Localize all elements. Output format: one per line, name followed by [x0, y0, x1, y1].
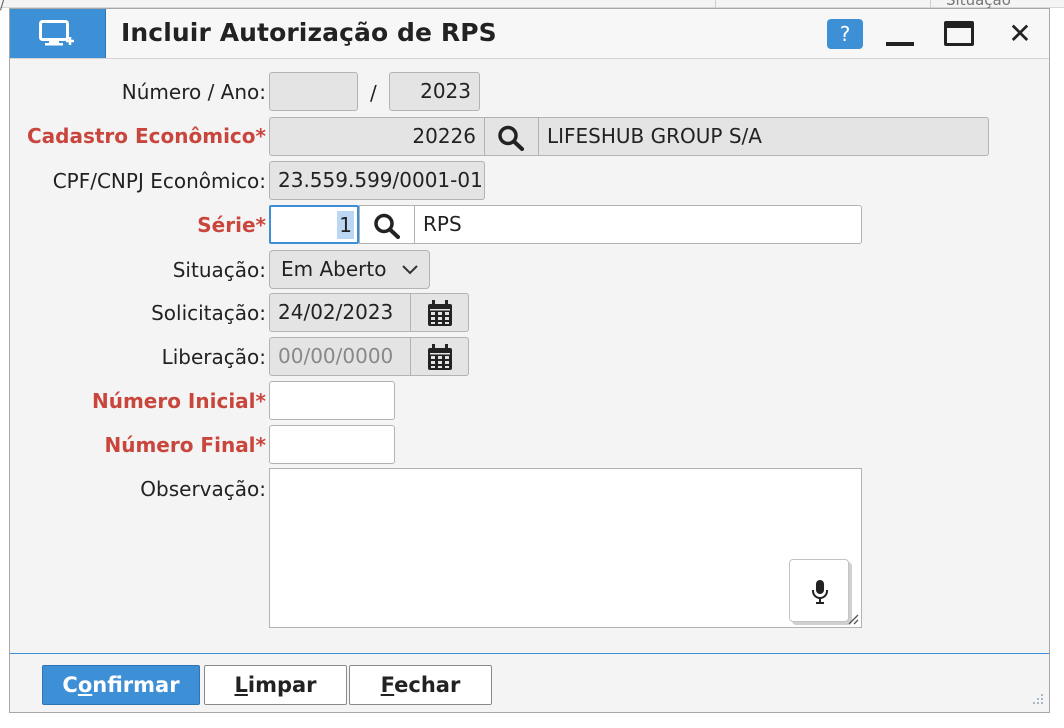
- numero-ano-label: Número / Ano:: [121, 80, 266, 104]
- numero-inicial-input[interactable]: [269, 381, 395, 420]
- resize-handle-icon[interactable]: [845, 611, 859, 625]
- background-window-strip: / Situação: [0, 0, 1064, 12]
- solicitacao-label: Solicitação:: [151, 301, 266, 325]
- numero-final-label: Número Final*: [104, 433, 266, 457]
- voice-input-button[interactable]: [789, 559, 849, 622]
- cadastro-search-button[interactable]: [484, 117, 539, 156]
- search-icon: [374, 213, 400, 239]
- minimize-icon: [886, 42, 914, 46]
- cadastro-codigo-input[interactable]: 20226: [269, 117, 485, 156]
- cpf-cnpj-field: 23.559.599/0001-01: [269, 161, 485, 200]
- limpar-button[interactable]: Limpar: [204, 665, 347, 705]
- cadastro-nome-field: LIFESHUB GROUP S/A: [538, 117, 989, 156]
- close-button[interactable]: ✕: [1005, 17, 1035, 51]
- calendar-icon: [428, 300, 452, 326]
- help-button[interactable]: ?: [827, 19, 863, 49]
- background-divider: [715, 0, 716, 8]
- serie-label: Série*: [197, 213, 266, 237]
- minimize-button[interactable]: [883, 24, 917, 46]
- observacao-label: Observação:: [140, 477, 266, 501]
- observacao-textarea[interactable]: [269, 468, 862, 628]
- liberacao-input[interactable]: 00/00/0000: [269, 337, 411, 376]
- serie-codigo-value: 1: [337, 211, 354, 239]
- monitor-add-icon: [39, 20, 74, 46]
- numero-final-input[interactable]: [269, 425, 395, 464]
- serie-search-button[interactable]: [359, 205, 415, 244]
- numero-inicial-label: Número Inicial*: [91, 389, 266, 413]
- cadastro-economico-label: Cadastro Econômico*: [26, 124, 266, 148]
- fechar-button[interactable]: Fechar: [349, 665, 492, 705]
- confirmar-button[interactable]: Confirmar: [42, 665, 200, 705]
- numero-input[interactable]: [269, 72, 358, 111]
- liberacao-calendar-button[interactable]: [410, 337, 469, 376]
- search-icon: [498, 125, 524, 151]
- dialog-footer: Confirmar Limpar Fechar: [10, 653, 1049, 712]
- serie-codigo-input[interactable]: 1: [269, 205, 359, 244]
- cpf-cnpj-label: CPF/CNPJ Econômico:: [52, 169, 266, 193]
- serie-descricao-field: RPS: [414, 205, 862, 244]
- microphone-icon: [812, 580, 828, 604]
- background-divider: [930, 0, 931, 8]
- dialog-titlebar[interactable]: Incluir Autorização de RPS ? ✕: [10, 9, 1049, 59]
- liberacao-label: Liberação:: [161, 345, 266, 369]
- solicitacao-input[interactable]: 24/02/2023: [269, 293, 411, 332]
- situacao-label: Situação:: [172, 258, 266, 282]
- autorizacao-rps-dialog: Incluir Autorização de RPS ? ✕ Número / …: [9, 8, 1050, 713]
- maximize-button[interactable]: [944, 21, 974, 46]
- solicitacao-calendar-button[interactable]: [410, 293, 469, 332]
- numero-ano-separator: /: [370, 81, 377, 105]
- situacao-selected-value: Em Aberto: [281, 257, 387, 281]
- situacao-select[interactable]: Em Aberto: [269, 250, 430, 289]
- resize-grip-icon[interactable]: [1029, 692, 1045, 708]
- background-slash: /: [0, 0, 5, 12]
- calendar-icon: [428, 344, 452, 370]
- window-icon-box: [10, 9, 106, 58]
- chevron-down-icon: [402, 265, 418, 275]
- dialog-title: Incluir Autorização de RPS: [121, 18, 497, 47]
- ano-input[interactable]: 2023: [389, 72, 480, 111]
